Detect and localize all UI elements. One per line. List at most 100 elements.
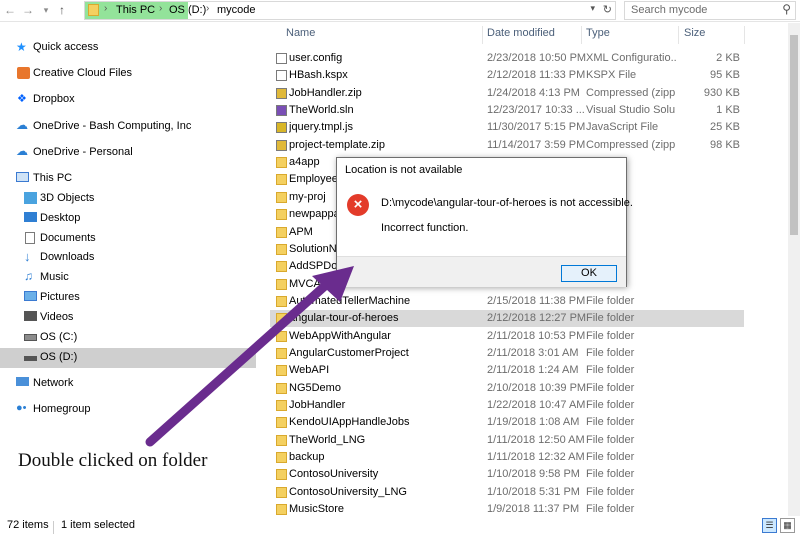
pictures-icon bbox=[24, 291, 37, 301]
folder-icon bbox=[276, 278, 287, 290]
folder-icon bbox=[276, 261, 287, 273]
nav-item-dropbox[interactable]: ❖ Dropbox bbox=[0, 90, 256, 110]
file-name: SolutionNa bbox=[289, 242, 339, 255]
folder-icon bbox=[276, 295, 287, 307]
address-box[interactable]: › This PC › OS (D:) › mycode ▾ ↻ bbox=[84, 1, 616, 20]
nav-item-os-c[interactable]: OS (C:) bbox=[0, 328, 256, 348]
file-date: 1/22/2018 10:47 AM bbox=[487, 399, 586, 411]
file-row[interactable]: MusicStore 1/9/2018 11:37 PM File folder bbox=[270, 501, 744, 516]
file-row[interactable]: WebAPI 2/11/2018 1:24 AM File folder bbox=[270, 362, 744, 379]
nav-item-onedrive-bash[interactable]: ☁ OneDrive - Bash Computing, Inc bbox=[0, 117, 256, 137]
column-divider[interactable] bbox=[678, 26, 679, 44]
file-type: File folder bbox=[586, 485, 635, 498]
nav-item-videos[interactable]: Videos bbox=[0, 308, 256, 328]
file-row[interactable]: angular-tour-of-heroes 2/12/2018 12:27 PM… bbox=[270, 310, 744, 328]
item-count: 72 items bbox=[7, 519, 49, 531]
nav-item-downloads[interactable]: ↓ Downloads bbox=[0, 248, 256, 268]
file-row[interactable]: AngularCustomerProject 2/11/2018 3:01 AM F… bbox=[270, 345, 744, 362]
computer-icon bbox=[16, 172, 29, 182]
file-name: HBash.kspx bbox=[289, 69, 348, 82]
search-icon[interactable]: ⚲ bbox=[782, 2, 791, 16]
dialog-title: Location is not available bbox=[345, 164, 463, 176]
file-row[interactable]: project-template.zip 11/14/2017 3:59 PM Co… bbox=[270, 137, 744, 154]
breadcrumb-os-d[interactable]: OS (D:) bbox=[169, 4, 206, 16]
recent-locations-chevron-icon[interactable]: ▾ bbox=[38, 2, 54, 18]
status-bar: 72 items 1 item selected ☰ ▦ bbox=[0, 516, 800, 540]
file-row[interactable]: AutomatedTellerMachine 2/15/2018 11:38 PM… bbox=[270, 293, 744, 310]
scrollbar-thumb[interactable] bbox=[790, 35, 798, 235]
vertical-scrollbar[interactable] bbox=[788, 23, 800, 516]
column-divider[interactable] bbox=[581, 26, 582, 44]
file-row[interactable]: ContosoUniversity_LNG 1/10/2018 5:31 PM Fi… bbox=[270, 484, 744, 501]
nav-item-desktop[interactable]: Desktop bbox=[0, 209, 256, 229]
file-row[interactable]: TheWorld_LNG 1/11/2018 12:50 AM File folde… bbox=[270, 432, 744, 449]
file-type: File folder bbox=[586, 399, 635, 411]
column-divider[interactable] bbox=[744, 26, 745, 44]
nav-item-creative-cloud[interactable]: Creative Cloud Files bbox=[0, 64, 256, 84]
file-size: 95 KB bbox=[710, 69, 740, 82]
documents-icon bbox=[25, 232, 35, 244]
nav-item-os-d[interactable]: OS (D:) bbox=[0, 348, 256, 368]
nav-label: Dropbox bbox=[33, 93, 75, 105]
file-type: File folder bbox=[586, 381, 635, 394]
file-type: Visual Studio Solu... bbox=[586, 104, 676, 117]
large-icons-view-icon[interactable]: ▦ bbox=[780, 518, 795, 533]
search-input[interactable]: Search mycode ⚲ bbox=[624, 1, 796, 20]
folder-icon bbox=[276, 330, 287, 342]
folder-icon bbox=[276, 417, 287, 429]
column-header-type[interactable]: Type bbox=[586, 27, 610, 39]
ok-button[interactable]: OK bbox=[561, 265, 617, 282]
up-arrow-icon[interactable]: ↑ bbox=[54, 2, 70, 18]
refresh-icon[interactable]: ↻ bbox=[603, 3, 612, 16]
details-view-icon[interactable]: ☰ bbox=[762, 518, 777, 533]
nav-label: OneDrive - Bash Computing, Inc bbox=[33, 120, 192, 132]
nav-item-homegroup[interactable]: ●• Homegroup bbox=[0, 400, 256, 420]
column-header-name[interactable]: Name bbox=[286, 27, 315, 39]
address-dropdown-icon[interactable]: ▾ bbox=[590, 3, 595, 14]
file-type: KSPX File bbox=[586, 69, 637, 82]
file-row[interactable]: JobHandler.zip 1/24/2018 4:13 PM Compresse… bbox=[270, 85, 744, 102]
nav-item-documents[interactable]: Documents bbox=[0, 229, 256, 249]
file-date: 1/11/2018 12:50 AM bbox=[487, 433, 585, 446]
nav-item-pictures[interactable]: Pictures bbox=[0, 288, 256, 308]
file-name: user.config bbox=[289, 52, 343, 64]
nav-item-3d-objects[interactable]: 3D Objects bbox=[0, 189, 256, 209]
file-name: backup bbox=[289, 451, 325, 464]
back-arrow-icon[interactable]: ← bbox=[2, 2, 18, 18]
column-header-date[interactable]: Date modified bbox=[487, 27, 555, 39]
nav-item-quick-access[interactable]: ★ Quick access bbox=[0, 38, 256, 58]
file-row[interactable]: ContosoUniversity 1/10/2018 9:58 PM File f… bbox=[270, 466, 744, 483]
file-date: 2/12/2018 11:33 PM bbox=[487, 69, 586, 82]
breadcrumb-mycode[interactable]: mycode bbox=[217, 4, 256, 16]
forward-arrow-icon[interactable]: → bbox=[20, 2, 36, 18]
folder-icon bbox=[276, 452, 287, 464]
nav-item-music[interactable]: ♫ Music bbox=[0, 268, 256, 288]
file-row[interactable]: TheWorld.sln 12/23/2017 10:33 ... Visual S… bbox=[270, 102, 744, 119]
file-row[interactable]: user.config 2/23/2018 10:50 PM XML Configu… bbox=[270, 50, 744, 67]
file-row[interactable]: backup 1/11/2018 12:32 AM File folder bbox=[270, 449, 744, 466]
nav-label: OS (D:) bbox=[40, 351, 78, 363]
dialog-footer: OK bbox=[337, 256, 626, 287]
file-date: 2/11/2018 3:01 AM bbox=[487, 346, 579, 359]
folder-icon bbox=[276, 434, 287, 446]
nav-item-this-pc[interactable]: This PC bbox=[0, 169, 256, 189]
folder-icon bbox=[276, 382, 287, 394]
file-row[interactable]: NG5Demo 2/10/2018 10:39 PM File folder bbox=[270, 380, 744, 397]
breadcrumb-this-pc[interactable]: This PC bbox=[116, 4, 155, 16]
file-date: 2/23/2018 10:50 PM bbox=[487, 52, 587, 64]
file-row[interactable]: KendoUIAppHandleJobs 1/19/2018 1:08 AM Fil… bbox=[270, 414, 744, 431]
status-divider bbox=[53, 521, 54, 534]
file-row[interactable]: JobHandler 1/22/2018 10:47 AM File folder bbox=[270, 397, 744, 414]
file-name: my-proj bbox=[289, 190, 326, 203]
column-header-size[interactable]: Size bbox=[684, 27, 705, 39]
nav-item-onedrive-personal[interactable]: ☁ OneDrive - Personal bbox=[0, 143, 256, 163]
nav-item-network[interactable]: Network bbox=[0, 374, 256, 394]
file-row[interactable]: WebAppWithAngular 2/11/2018 10:53 PM File … bbox=[270, 328, 744, 345]
file-size: 930 KB bbox=[703, 86, 740, 99]
file-date: 1/19/2018 1:08 AM bbox=[487, 416, 580, 429]
column-divider[interactable] bbox=[482, 26, 483, 44]
file-row[interactable]: HBash.kspx 2/12/2018 11:33 PM KSPX File 95 … bbox=[270, 67, 744, 84]
onedrive-icon: ☁ bbox=[16, 118, 28, 132]
file-type: XML Configuratio... bbox=[586, 52, 676, 64]
file-row[interactable]: jquery.tmpl.js 11/30/2017 5:15 PM JavaScri… bbox=[270, 119, 744, 136]
